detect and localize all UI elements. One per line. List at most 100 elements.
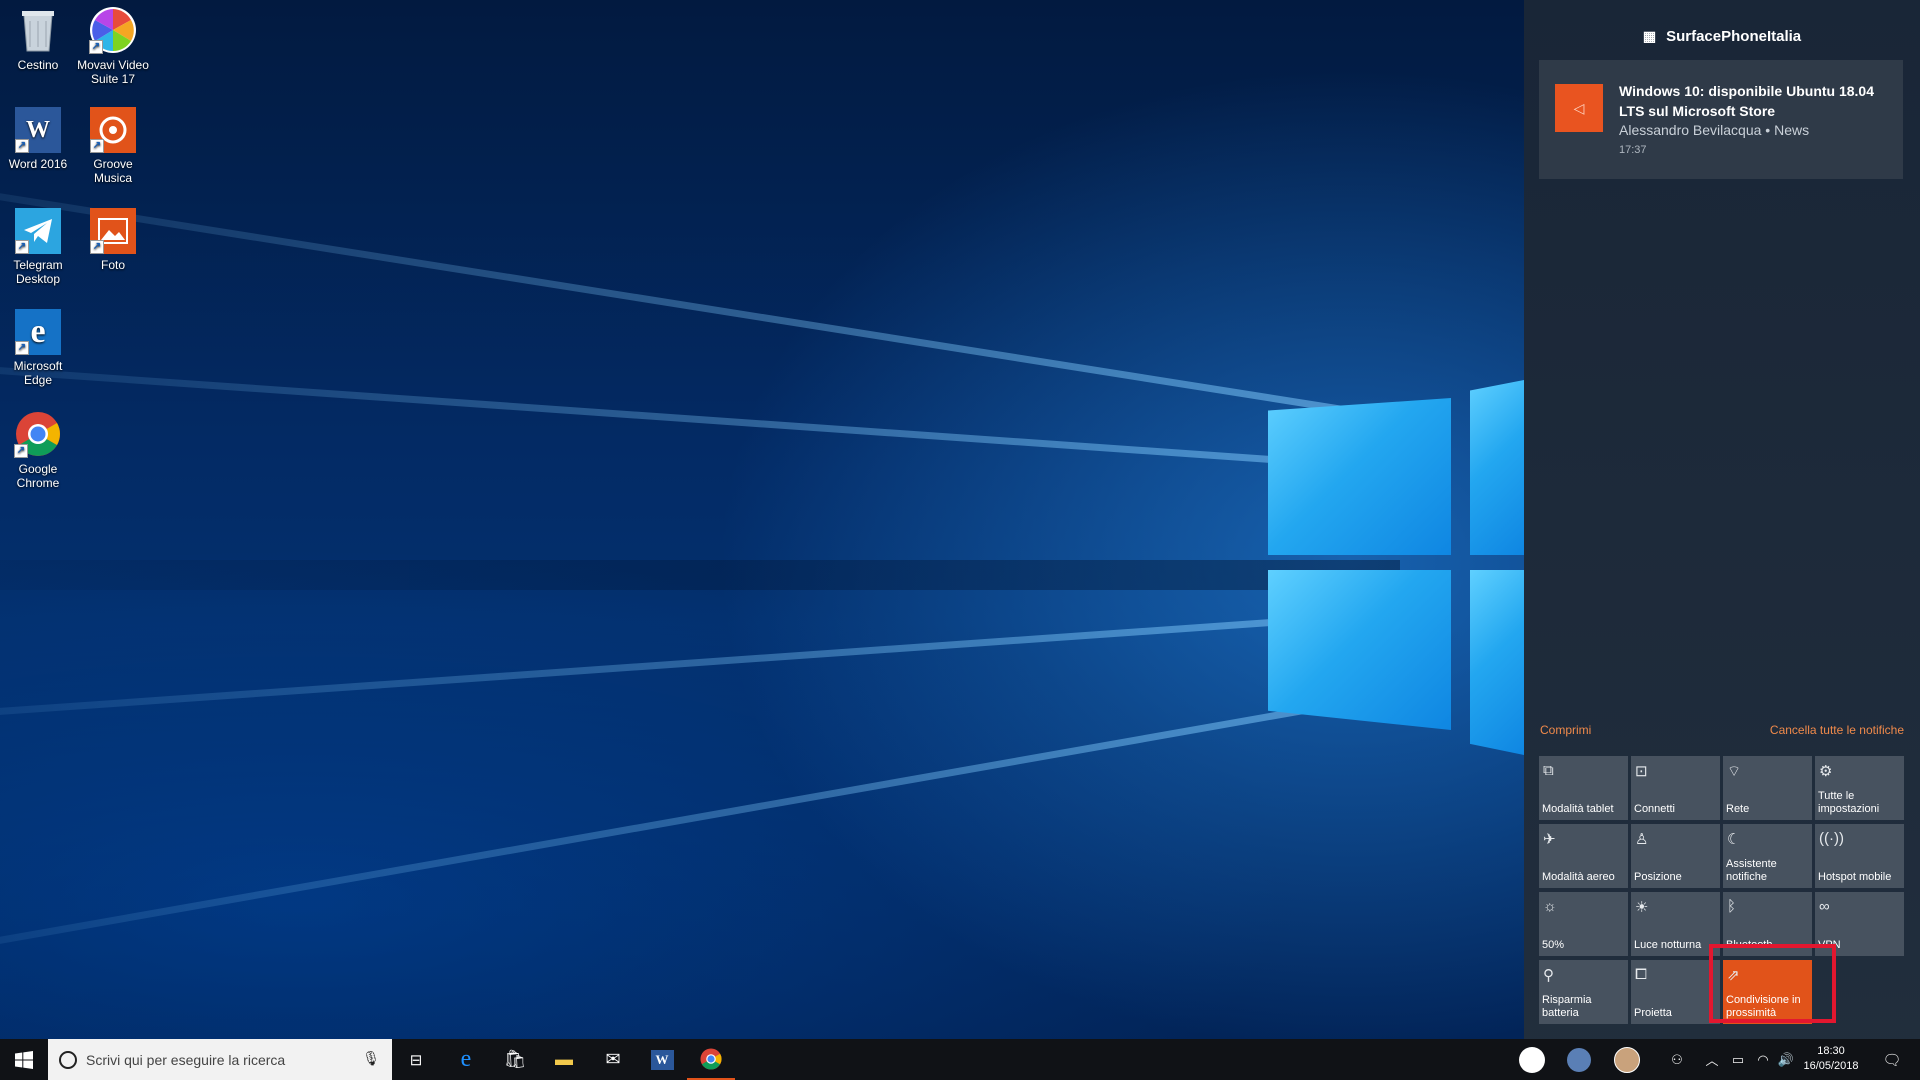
quick-action-label: Tutte le impostazioni	[1818, 790, 1904, 816]
people-icon[interactable]: ⚇	[1662, 1039, 1692, 1080]
user-avatar[interactable]	[1612, 1039, 1642, 1080]
edge-icon: e↗	[15, 309, 61, 355]
app-tile-icon: ▦	[1643, 28, 1656, 45]
search-placeholder: Scrivi qui per eseguire la ricerca	[86, 1052, 285, 1068]
desktop-icon-label: Groove Musica	[93, 157, 132, 185]
desktop-wallpaper	[0, 0, 1524, 1039]
desktop-icon-label: Google Chrome	[17, 462, 60, 490]
quick-action-brightness[interactable]: ☼ 50%	[1539, 892, 1628, 956]
quick-action-label: Proietta	[1634, 1007, 1720, 1020]
quick-action-project[interactable]: ⧠ Proietta	[1631, 960, 1720, 1024]
notification-time: 17:37	[1619, 144, 1647, 156]
windows-logo-pane	[1470, 380, 1524, 555]
battery-saver-icon: ⚲	[1543, 966, 1554, 984]
notification-subtitle: Alessandro Bevilacqua • News	[1619, 122, 1809, 138]
desktop-icon-recycle-bin[interactable]: Cestino	[2, 6, 74, 72]
settings-icon: ⚙	[1819, 762, 1832, 780]
quick-action-label: Assistente notifiche	[1726, 858, 1812, 884]
battery-icon[interactable]: ▭	[1725, 1039, 1751, 1080]
photos-icon: ↗	[90, 208, 136, 254]
quick-action-label: 50%	[1542, 939, 1628, 952]
quick-action-network[interactable]: ⌔ Rete	[1723, 756, 1812, 820]
show-hidden-icons-icon[interactable]: ︿	[1698, 1039, 1726, 1080]
quick-action-label: Posizione	[1634, 871, 1720, 884]
notification-group-header[interactable]: ▦ SurfacePhoneItalia	[1524, 28, 1920, 45]
quick-action-airplane-mode[interactable]: ✈ Modalità aereo	[1539, 824, 1628, 888]
clear-all-notifications-button[interactable]: Cancella tutte le notifiche	[1770, 723, 1904, 737]
desktop-icon-label: Foto	[101, 258, 125, 272]
network-icon: ⌔	[1727, 762, 1741, 781]
action-center-icon[interactable]: 🗨	[1872, 1039, 1912, 1080]
quick-action-all-settings[interactable]: ⚙ Tutte le impostazioni	[1815, 756, 1904, 820]
desktop-icon-groove[interactable]: ↗ Groove Musica	[77, 107, 149, 185]
cortana-icon	[59, 1051, 77, 1069]
tablet-mode-icon: ⧉	[1543, 762, 1554, 779]
desktop-icon-photos[interactable]: ↗ Foto	[77, 208, 149, 272]
task-view-icon[interactable]: ⊟	[392, 1039, 440, 1080]
quick-action-location[interactable]: ♙ Posizione	[1631, 824, 1720, 888]
quick-action-mobile-hotspot[interactable]: ((·)) Hotspot mobile	[1815, 824, 1904, 888]
quick-action-focus-assist[interactable]: ☾ Assistente notifiche	[1723, 824, 1812, 888]
action-center-panel: ▦ SurfacePhoneItalia ◁ Windows 10: dispon…	[1524, 0, 1920, 1039]
night-light-icon: ☀	[1635, 898, 1648, 916]
quick-action-label: Risparmia batteria	[1542, 994, 1628, 1020]
windows-logo-pane	[1470, 570, 1524, 755]
chrome-icon[interactable]	[687, 1039, 735, 1080]
taskbar: Scrivi qui per eseguire la ricerca 🎙 ⊟ e…	[0, 1039, 1920, 1080]
word-icon: W↗	[15, 107, 61, 153]
desktop-icon-label: Cestino	[18, 58, 59, 72]
quick-action-label: Hotspot mobile	[1818, 871, 1904, 884]
start-button[interactable]	[0, 1039, 48, 1080]
quick-action-night-light[interactable]: ☀ Luce notturna	[1631, 892, 1720, 956]
quick-action-connect[interactable]: ⊡ Connetti	[1631, 756, 1720, 820]
recycle-bin-icon	[14, 6, 62, 54]
desktop-icon-label: Microsoft Edge	[14, 359, 63, 387]
quick-action-label: Modalità aereo	[1542, 871, 1628, 884]
taskbar-search-box[interactable]: Scrivi qui per eseguire la ricerca 🎙	[48, 1039, 392, 1080]
telegram-icon: ↗	[15, 208, 61, 254]
desktop-icon-label: Movavi Video Suite 17	[77, 58, 149, 86]
project-icon: ⧠	[1635, 966, 1647, 983]
desktop-icon-word[interactable]: W↗ Word 2016	[2, 107, 74, 171]
quick-action-battery-saver[interactable]: ⚲ Risparmia batteria	[1539, 960, 1628, 1024]
quick-action-label: Connetti	[1634, 803, 1720, 816]
groove-icon: ↗	[90, 107, 136, 153]
vpn-icon: ∞	[1819, 898, 1830, 915]
tray-app-icon[interactable]	[1517, 1039, 1547, 1080]
desktop-icon-movavi[interactable]: ↗ Movavi Video Suite 17	[77, 6, 149, 86]
bluetooth-icon: ᛒ	[1727, 898, 1736, 915]
connect-icon: ⊡	[1635, 762, 1648, 780]
desktop-icon-edge[interactable]: e↗ Microsoft Edge	[2, 309, 74, 387]
notification-title: Windows 10: disponibile Ubuntu 18.04 LTS…	[1619, 81, 1889, 121]
desktop-icon-label: Word 2016	[9, 157, 67, 171]
notification-card[interactable]: ◁ Windows 10: disponibile Ubuntu 18.04 L…	[1539, 60, 1903, 179]
file-explorer-icon[interactable]: ▬	[540, 1039, 588, 1080]
movavi-icon: ↗	[89, 6, 137, 54]
edge-icon[interactable]: e	[442, 1039, 490, 1080]
clock-date: 16/05/2018	[1796, 1059, 1866, 1074]
quick-action-label: Luce notturna	[1634, 939, 1720, 952]
windows-logo-pane	[1268, 398, 1451, 555]
quick-action-label: Rete	[1726, 803, 1812, 816]
chrome-icon: ↗	[14, 410, 62, 458]
desktop-icon-telegram[interactable]: ↗ Telegram Desktop	[2, 208, 74, 286]
quick-action-tablet-mode[interactable]: ⧉ Modalità tablet	[1539, 756, 1628, 820]
tray-app-icon[interactable]	[1564, 1039, 1594, 1080]
microphone-icon[interactable]: 🎙	[362, 1050, 380, 1067]
store-icon[interactable]: 🛍	[491, 1039, 539, 1080]
location-icon: ♙	[1635, 830, 1648, 848]
windows-logo-icon	[15, 1051, 33, 1069]
brightness-icon: ☼	[1543, 898, 1557, 915]
taskbar-clock[interactable]: 18:30 16/05/2018	[1796, 1044, 1866, 1074]
hotspot-icon: ((·))	[1819, 830, 1844, 847]
collapse-button[interactable]: Comprimi	[1540, 723, 1591, 737]
notification-app-name: SurfacePhoneItalia	[1666, 28, 1801, 45]
mail-icon[interactable]: ✉	[589, 1039, 637, 1080]
word-icon[interactable]: W	[638, 1039, 686, 1080]
ubuntu-logo-icon: ◁	[1555, 84, 1603, 132]
clock-time: 18:30	[1796, 1044, 1866, 1059]
moon-icon: ☾	[1727, 830, 1740, 848]
windows-logo-pane	[1268, 570, 1451, 730]
desktop-icon-chrome[interactable]: ↗ Google Chrome	[2, 410, 74, 490]
quick-action-label: Modalità tablet	[1542, 803, 1628, 816]
